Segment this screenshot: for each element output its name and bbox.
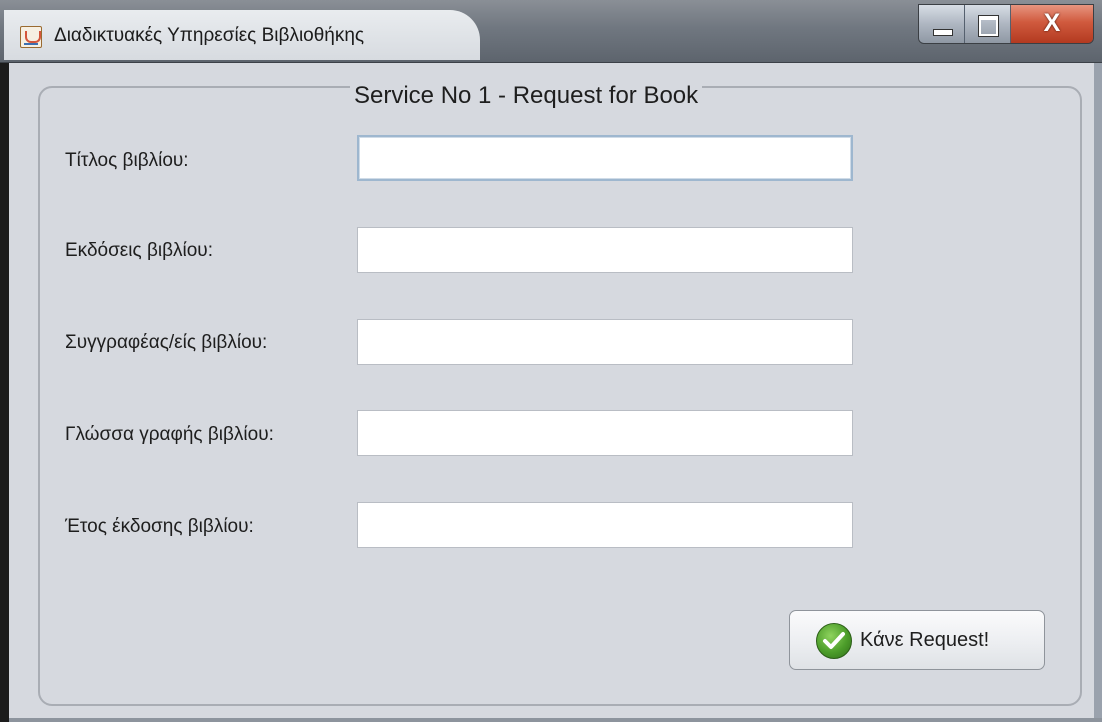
minimize-button[interactable] [919, 5, 965, 43]
language-input[interactable] [357, 410, 853, 456]
minimize-icon [933, 29, 953, 36]
title-label: Τίτλος βιβλίου: [65, 150, 189, 171]
check-icon [816, 623, 852, 659]
app-window: Διαδικτυακές Υπηρεσίες Βιβλιοθήκης X Ser… [0, 0, 1102, 722]
title-bar[interactable]: Διαδικτυακές Υπηρεσίες Βιβλιοθήκης X [0, 0, 1102, 63]
close-icon: X [1043, 9, 1061, 37]
maximize-icon [978, 15, 999, 37]
maximize-button[interactable] [965, 5, 1011, 43]
close-button[interactable]: X [1011, 5, 1093, 43]
request-button[interactable]: Κάνε Request! [789, 610, 1045, 670]
window-border-bottom [9, 718, 1102, 722]
panel-title: Service No 1 - Request for Book [350, 82, 703, 112]
window-controls: X [918, 4, 1094, 44]
window-title: Διαδικτυακές Υπηρεσίες Βιβλιοθήκης [54, 25, 365, 46]
title-input[interactable] [357, 135, 853, 181]
author-label: Συγγραφέας/είς βιβλίου: [65, 332, 268, 353]
language-label: Γλώσσα γραφής βιβλίου: [65, 424, 274, 445]
request-button-label: Κάνε Request! [860, 629, 990, 651]
window-border-right [1094, 63, 1102, 722]
publisher-label: Εκδόσεις βιβλίου: [65, 240, 213, 261]
publisher-input[interactable] [357, 227, 853, 273]
year-input[interactable] [357, 502, 853, 548]
year-label: Έτος έκδοσης βιβλίου: [65, 516, 254, 537]
java-icon[interactable] [20, 26, 42, 48]
author-input[interactable] [357, 319, 853, 365]
